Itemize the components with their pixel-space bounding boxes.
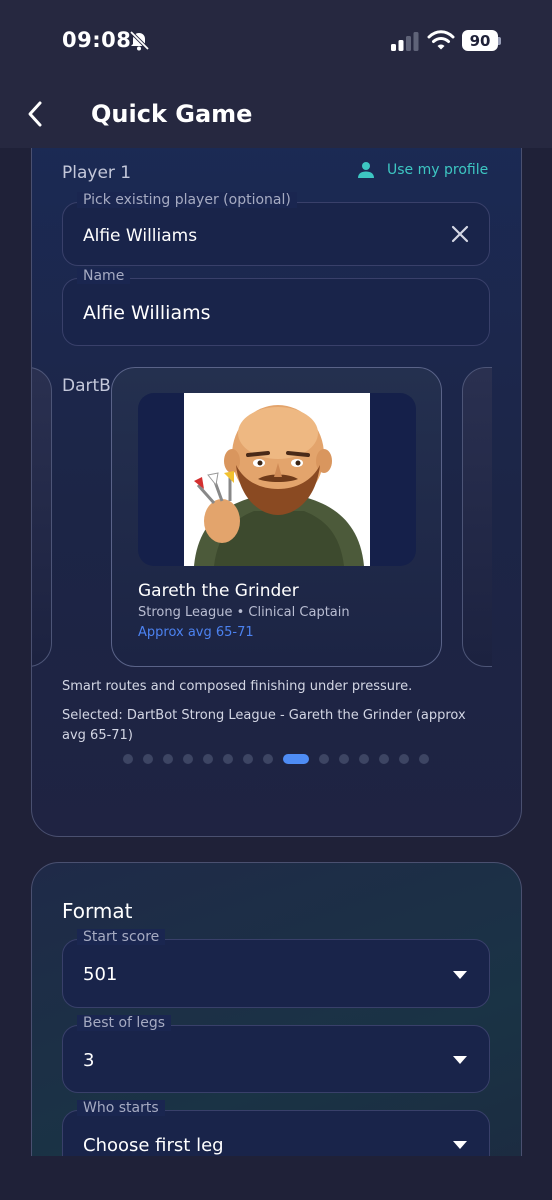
battery-indicator: 90 (462, 30, 498, 51)
status-time: 09:08 (62, 28, 132, 52)
name-label: Name (77, 268, 131, 284)
use-my-profile-label: Use my profile (387, 162, 489, 178)
start-score-select[interactable]: Start score 501 (62, 929, 490, 1008)
app-bar: Quick Game (0, 84, 552, 148)
bot-name: Gareth the Grinder (138, 581, 299, 601)
signal-icon (391, 32, 419, 51)
carousel-dot[interactable] (263, 754, 273, 764)
system-bottom-bar (0, 1156, 552, 1200)
who-starts-label: Who starts (77, 1100, 165, 1116)
dropdown-arrow-icon[interactable] (453, 971, 467, 979)
back-arrow-icon[interactable] (24, 100, 48, 128)
battery-level: 90 (469, 31, 491, 50)
carousel-dot[interactable] (183, 754, 193, 764)
person-icon (358, 162, 374, 178)
dartbot-card-selected[interactable]: Gareth the Grinder Strong League • Clini… (111, 367, 442, 667)
name-value[interactable]: Alfie Williams (83, 302, 211, 324)
who-starts-select[interactable]: Who starts Choose first leg (62, 1100, 490, 1156)
carousel-dot[interactable] (163, 754, 173, 764)
scroll-content[interactable]: Player 1 Use my profile Pick existing pl… (0, 148, 552, 1156)
who-starts-value: Choose first leg (83, 1135, 224, 1156)
format-title: Format (62, 899, 133, 923)
format-card: Format Start score 501 Best of legs 3 Wh… (31, 862, 522, 1156)
bot-avg: Approx avg 65-71 (138, 625, 254, 640)
carousel-dot[interactable] (419, 754, 429, 764)
carousel-dot[interactable] (319, 754, 329, 764)
carousel-dot[interactable] (203, 754, 213, 764)
bot-image-frame (138, 393, 416, 566)
pick-player-field[interactable]: Pick existing player (optional) Alfie Wi… (62, 192, 490, 266)
bot-selection-summary: Selected: DartBot Strong League - Gareth… (62, 708, 466, 743)
carousel-dot[interactable] (123, 754, 133, 764)
close-icon[interactable] (451, 225, 469, 243)
carousel-dot[interactable] (379, 754, 389, 764)
player-card: Player 1 Use my profile Pick existing pl… (31, 148, 522, 837)
use-my-profile-button[interactable]: Use my profile (357, 161, 488, 179)
status-bar: 09:08 90 (0, 0, 552, 84)
dropdown-arrow-icon[interactable] (453, 1141, 467, 1149)
carousel-dot[interactable] (143, 754, 153, 764)
bot-avatar-illustration (184, 393, 370, 566)
best-of-legs-select[interactable]: Best of legs 3 (62, 1015, 490, 1093)
player-section-label: Player 1 (62, 163, 132, 183)
pick-player-label: Pick existing player (optional) (77, 192, 297, 208)
dartbot-carousel[interactable]: Gareth the Grinder Strong League • Clini… (32, 364, 492, 674)
carousel-pagination (123, 754, 429, 764)
carousel-dot[interactable] (359, 754, 369, 764)
page-title: Quick Game (91, 100, 253, 128)
best-of-legs-value: 3 (83, 1050, 95, 1071)
battery-tip (498, 37, 501, 45)
bell-muted-icon (129, 30, 150, 51)
carousel-dot[interactable] (339, 754, 349, 764)
wifi-icon (427, 30, 455, 50)
pick-player-value[interactable]: Alfie Williams (83, 226, 197, 246)
start-score-value: 501 (83, 964, 118, 985)
best-of-legs-label: Best of legs (77, 1015, 172, 1031)
dropdown-arrow-icon[interactable] (453, 1056, 467, 1064)
name-field[interactable]: Name Alfie Williams (62, 268, 490, 346)
carousel-dot-active[interactable] (283, 754, 309, 764)
carousel-dot[interactable] (399, 754, 409, 764)
dartbot-card-previous[interactable] (32, 367, 52, 667)
start-score-label: Start score (77, 929, 166, 945)
carousel-dot[interactable] (243, 754, 253, 764)
bot-description: Smart routes and composed finishing unde… (62, 679, 413, 694)
dartbot-card-next[interactable] (462, 367, 492, 667)
carousel-dot[interactable] (223, 754, 233, 764)
bot-league: Strong League • Clinical Captain (138, 605, 350, 620)
